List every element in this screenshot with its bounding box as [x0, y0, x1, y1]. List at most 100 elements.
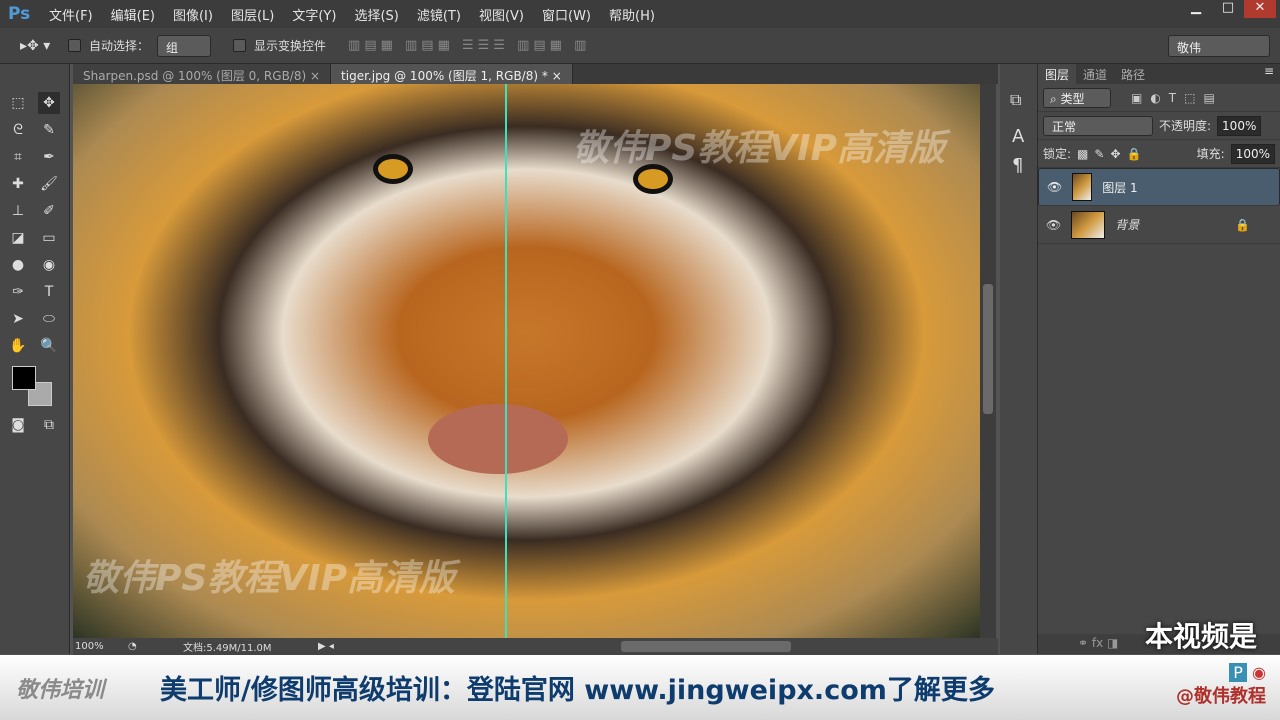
filter-icons[interactable]: ▣◐T⬚▤ [1131, 91, 1223, 105]
auto-select-dropdown[interactable]: 组 [157, 34, 212, 57]
layer-name[interactable]: 图层 1 [1102, 179, 1137, 196]
horizontal-scrollbar[interactable] [621, 641, 791, 652]
status-arrow-icon[interactable]: ▶ ◂ [318, 641, 334, 652]
layer-thumbnail [1072, 173, 1093, 201]
menu-filter[interactable]: 滤镜(T) [408, 5, 470, 24]
guide-line[interactable] [505, 84, 507, 638]
hand-tool-icon[interactable]: ✋ [7, 335, 29, 357]
tiger-eye-left [373, 154, 413, 184]
foreground-color-swatch[interactable] [12, 366, 36, 390]
healing-brush-icon[interactable]: ✚ [7, 173, 29, 195]
pen-tool-icon[interactable]: ✑ [7, 281, 29, 303]
dodge-tool-icon[interactable]: ◉ [38, 254, 60, 276]
quick-select-icon[interactable]: ✎ [38, 119, 60, 141]
menu-window[interactable]: 窗口(W) [533, 5, 600, 24]
video-overlay-text: 本视频是 [1145, 620, 1258, 653]
panel-menu-icon[interactable]: ≡ [1264, 64, 1280, 84]
menu-layer[interactable]: 图层(L) [222, 5, 283, 24]
menu-edit[interactable]: 编辑(E) [102, 5, 164, 24]
tiger-nose [428, 404, 568, 474]
align-icons[interactable]: ▥▤▦ ▥▤▦ ☰☰☰ ▥▤▦ ▥ [348, 38, 590, 53]
lock-label: 锁定: [1043, 147, 1072, 161]
banner-text: 美工师/修图师高级培训：登陆官网 www.jingweipx.com了解更多 [160, 675, 995, 706]
show-transform-checkbox[interactable] [233, 39, 247, 52]
layer-name[interactable]: 背景 [1115, 216, 1139, 233]
status-menu-icon[interactable]: ◔ [128, 641, 183, 652]
document-tabs: Sharpen.psd @ 100% (图层 0, RGB/8) × tiger… [73, 64, 998, 84]
zoom-tool-icon[interactable]: 🔍 [38, 335, 60, 357]
lasso-tool-icon[interactable]: ᘓ [7, 119, 29, 141]
move-tool-icon[interactable]: ▸✥ ▾ [20, 38, 60, 54]
stamp-tool-icon[interactable]: ⊥ [7, 200, 29, 222]
layer-thumbnail [1071, 210, 1106, 239]
collapsed-panels: ⧉ A ¶ [1000, 64, 1038, 654]
toolbox: ⬚ ✥ ᘓ ✎ ⌗ ✒ ✚ 🖌 ⊥ ✐ ◪ ▭ ● ◉ ✑ T ➤ ⬭ ✋ 🔍 … [0, 64, 70, 654]
tab-label: Sharpen.psd @ 100% (图层 0, RGB/8) [83, 69, 307, 83]
screen-mode-icon[interactable]: ⧉ [38, 414, 60, 436]
close-button[interactable]: ✕ [1244, 0, 1276, 18]
workspace-dropdown[interactable]: 敬伟 [1168, 34, 1270, 57]
eraser-icon[interactable]: ◪ [7, 227, 29, 249]
tab-paths[interactable]: 路径 [1114, 64, 1152, 84]
fill-label: 填充: [1196, 147, 1225, 161]
auto-select-label: 自动选择： [89, 39, 150, 53]
layer-row[interactable]: 👁 图层 1 [1038, 168, 1280, 206]
3d-icon[interactable]: ⧉ [1010, 90, 1037, 110]
options-bar: ▸✥ ▾ 自动选择： 组 显示变换控件 ▥▤▦ ▥▤▦ ☰☰☰ ▥▤▦ ▥ 敬伟 [0, 28, 1280, 64]
tab-label: tiger.jpg @ 100% (图层 1, RGB/8) * [341, 69, 548, 83]
menu-help[interactable]: 帮助(H) [600, 5, 664, 24]
document-canvas[interactable]: 敬伟PS教程VIP高清版 敬伟PS教程VIP高清版 [73, 84, 980, 638]
tab-tiger[interactable]: tiger.jpg @ 100% (图层 1, RGB/8) * × [331, 64, 573, 84]
close-tab-icon[interactable]: × [310, 69, 320, 83]
fill-input[interactable]: 100% [1230, 143, 1275, 164]
zoom-level[interactable]: 100% [73, 641, 128, 652]
vertical-scrollbar[interactable] [980, 84, 996, 638]
menu-type[interactable]: 文字(Y) [283, 5, 345, 24]
layer-filter-dropdown[interactable]: ⌕ 类型 [1043, 87, 1111, 108]
menu-image[interactable]: 图像(I) [164, 5, 222, 24]
marquee-tool-icon[interactable]: ⬚ [7, 92, 29, 114]
eye-icon[interactable]: 👁 [1047, 180, 1062, 194]
layer-row[interactable]: 👁 背景 🔒 [1038, 206, 1280, 244]
filter-label: 类型 [1060, 91, 1085, 106]
menu-file[interactable]: 文件(F) [40, 5, 102, 24]
history-brush-icon[interactable]: ✐ [38, 200, 60, 222]
banner-logo: 敬伟培训 [16, 677, 105, 703]
gradient-tool-icon[interactable]: ▭ [38, 227, 60, 249]
paragraph-icon[interactable]: ¶ [1012, 155, 1037, 176]
menu-select[interactable]: 选择(S) [345, 5, 407, 24]
auto-select-checkbox[interactable] [68, 39, 81, 52]
ellipse-tool-icon[interactable]: ⬭ [38, 308, 60, 330]
blend-mode-dropdown[interactable]: 正常 [1043, 115, 1153, 136]
layers-panel: 图层 通道 路径 ≡ ⌕ 类型 ▣◐T⬚▤ 正常 不透明度: 100% 锁定: … [1038, 64, 1280, 654]
maximize-button[interactable]: □ [1212, 0, 1244, 18]
type-tool-icon[interactable]: T [38, 281, 60, 303]
tab-sharpen[interactable]: Sharpen.psd @ 100% (图层 0, RGB/8) × [73, 64, 332, 84]
eyedropper-icon[interactable]: ✒ [38, 146, 60, 168]
blur-tool-icon[interactable]: ● [7, 254, 29, 276]
character-icon[interactable]: A [1012, 126, 1037, 147]
scroll-thumb[interactable] [983, 284, 993, 414]
weibo-handle: @敬伟教程 [1176, 686, 1266, 707]
doc-size: 文档:5.49M/11.0M [183, 643, 272, 654]
watermark: 敬伟PS教程VIP高清版 [573, 128, 945, 169]
show-transform-label: 显示变换控件 [254, 39, 327, 53]
tab-channels[interactable]: 通道 [1076, 64, 1114, 84]
brush-tool-icon[interactable]: 🖌 [38, 173, 60, 195]
status-bar: 100% ◔ 文档:5.49M/11.0M ▶ ◂ [73, 638, 998, 655]
close-tab-icon[interactable]: × [552, 69, 562, 83]
lock-icons[interactable]: ▩✎✥🔒 [1077, 147, 1147, 161]
crop-tool-icon[interactable]: ⌗ [7, 146, 29, 168]
minimize-button[interactable]: ▁ [1180, 0, 1212, 18]
path-select-icon[interactable]: ➤ [7, 308, 29, 330]
menu-bar: Ps 文件(F) 编辑(E) 图像(I) 图层(L) 文字(Y) 选择(S) 滤… [0, 0, 1280, 28]
opacity-label: 不透明度: [1159, 119, 1212, 133]
tab-layers[interactable]: 图层 [1038, 64, 1077, 84]
opacity-input[interactable]: 100% [1217, 115, 1262, 136]
eye-icon[interactable]: 👁 [1046, 218, 1061, 232]
watermark: 敬伟PS教程VIP高清版 [83, 558, 455, 599]
move-tool-icon[interactable]: ✥ [38, 92, 60, 114]
quick-mask-icon[interactable]: ◙ [7, 414, 29, 436]
menu-view[interactable]: 视图(V) [470, 5, 533, 24]
promo-banner: 敬伟培训 美工师/修图师高级培训：登陆官网 www.jingweipx.com了… [0, 655, 1280, 720]
